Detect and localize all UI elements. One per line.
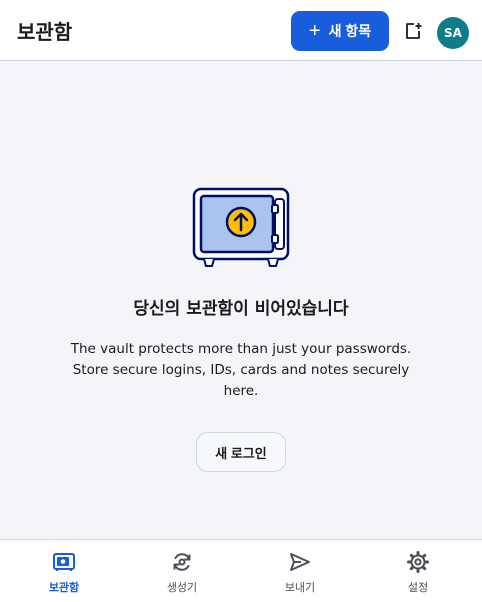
new-login-button[interactable]: 새 로그인 xyxy=(196,432,286,472)
tab-generator-label: 생성기 xyxy=(166,581,198,594)
tab-vault[interactable]: 보관함 xyxy=(4,540,124,602)
avatar[interactable]: SA xyxy=(437,17,469,49)
bottom-tab-bar: 보관함 생성기 보내기 설정 xyxy=(0,539,482,602)
vault-icon xyxy=(53,553,75,571)
vault-illustration-icon xyxy=(192,187,290,267)
page-title: 보관함 xyxy=(17,20,73,44)
import-icon[interactable] xyxy=(403,21,423,41)
tab-generator[interactable]: 생성기 xyxy=(122,540,242,602)
tab-send-label: 보내기 xyxy=(284,581,316,594)
gear-icon xyxy=(407,551,429,573)
tab-send[interactable]: 보내기 xyxy=(240,540,360,602)
empty-state-title: 당신의 보관함이 비어있습니다 xyxy=(133,299,349,319)
tab-vault-label: 보관함 xyxy=(48,581,80,594)
new-item-label: 새 항목 xyxy=(328,23,372,39)
empty-state-description: The vault protects more than just your p… xyxy=(70,341,412,399)
tab-settings-label: 설정 xyxy=(407,581,429,594)
send-icon xyxy=(290,553,310,571)
new-item-button[interactable]: + 새 항목 xyxy=(291,11,389,51)
app-header: 보관함 + 새 항목 SA xyxy=(0,0,482,61)
generator-icon xyxy=(173,553,191,571)
plus-icon: + xyxy=(308,20,321,42)
empty-state: 당신의 보관함이 비어있습니다 The vault protects more … xyxy=(0,61,482,539)
tab-settings[interactable]: 설정 xyxy=(358,540,478,602)
